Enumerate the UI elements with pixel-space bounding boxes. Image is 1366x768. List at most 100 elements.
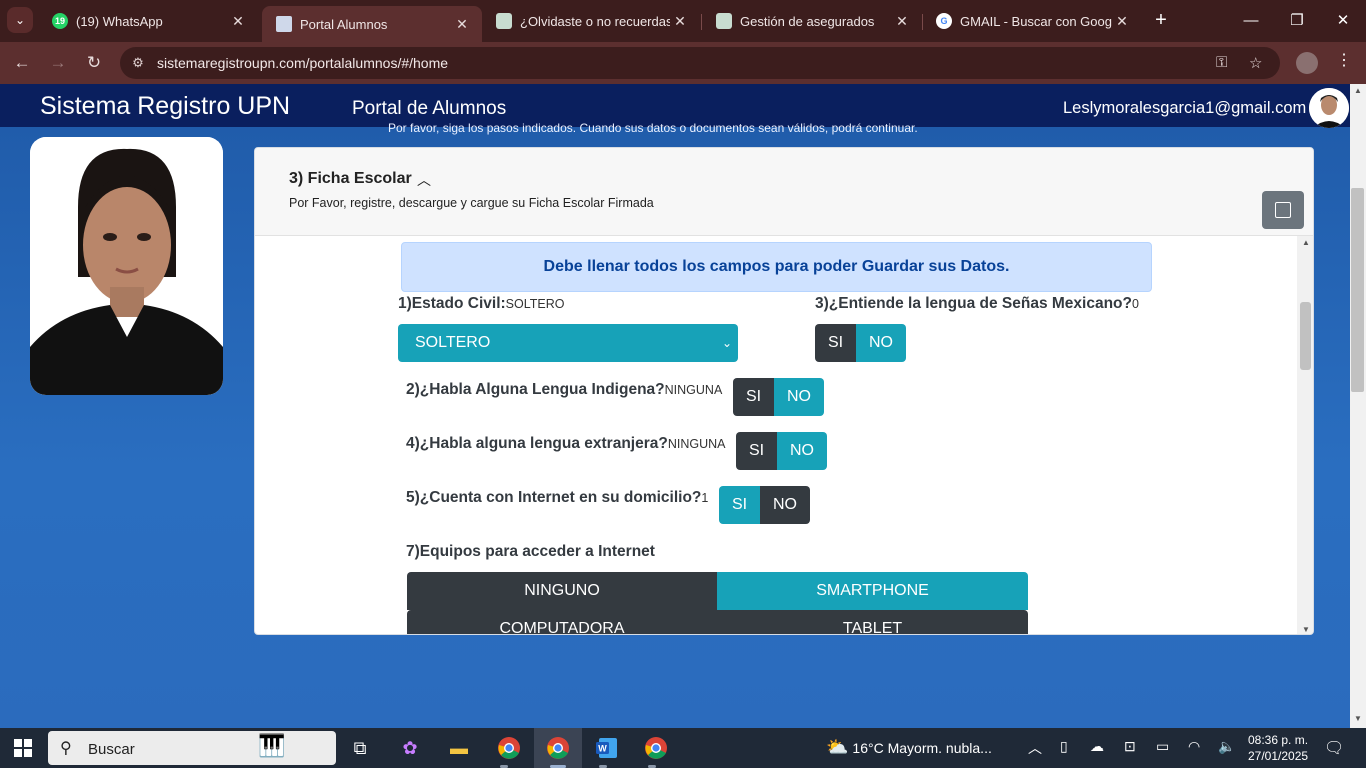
chevron-up-icon[interactable]: ︿ <box>1028 738 1042 758</box>
user-avatar[interactable] <box>1309 88 1349 128</box>
scroll-up-icon[interactable]: ▲ <box>1302 238 1310 247</box>
minimize-icon[interactable]: — <box>1228 0 1274 40</box>
tab-gmail-google[interactable]: G GMAIL - Buscar con Google ✕ <box>922 6 1142 36</box>
onedrive-icon[interactable]: ☁ <box>1090 738 1104 755</box>
word-icon[interactable]: W <box>593 734 621 762</box>
notifications-icon[interactable]: 🗨 <box>1324 738 1344 758</box>
question-value: 0 <box>1131 297 1139 311</box>
forward-arrow-icon[interactable]: → <box>46 52 70 76</box>
page-icon <box>276 16 292 32</box>
site-brand[interactable]: Sistema Registro UPN <box>40 92 290 121</box>
indigena-no-button[interactable]: NO <box>774 378 824 416</box>
question-internet-domicilio: 5)¿Cuenta con Internet en su domicilio?1 <box>406 489 708 507</box>
imss-icon <box>716 13 732 29</box>
close-icon[interactable]: ✕ <box>892 13 912 30</box>
estado-civil-select[interactable]: SOLTERO ⌄ <box>398 324 738 362</box>
chevron-down-icon: ⌄ <box>721 336 732 350</box>
question-lengua-extranjera: 4)¿Habla alguna lengua extranjera?NINGUN… <box>406 435 726 453</box>
equipo-tablet-button[interactable]: TABLET <box>717 610 1028 634</box>
scroll-up-icon[interactable]: ▲ <box>1354 86 1362 95</box>
search-placeholder: Buscar <box>88 741 135 758</box>
battery-icon[interactable]: ▭ <box>1156 738 1169 755</box>
search-icon: ⚲ <box>60 740 72 757</box>
close-icon[interactable]: ✕ <box>1112 13 1132 30</box>
question-value: 1 <box>701 491 709 505</box>
tab-whatsapp[interactable]: 19 (19) WhatsApp ✕ <box>38 6 258 36</box>
key-icon[interactable]: ⚿ <box>1216 54 1227 71</box>
question-lengua-indigena: 2)¿Habla Alguna Lengua Indigena?NINGUNA <box>406 381 722 399</box>
restore-icon[interactable]: ❐ <box>1274 0 1320 40</box>
close-icon[interactable]: ✕ <box>228 13 248 30</box>
bookmark-star-icon[interactable]: ☆ <box>1249 54 1262 72</box>
equipo-smartphone-button[interactable]: SMARTPHONE <box>717 572 1028 610</box>
copilot-icon[interactable]: ✿ <box>396 734 424 762</box>
question-label: 1)Estado Civil: <box>398 295 506 312</box>
browser-tab-strip: ⌄ 19 (19) WhatsApp ✕ Portal Alumnos ✕ ¿O… <box>0 0 1366 42</box>
system-clock[interactable]: 08:36 p. m. 27/01/2025 <box>1248 732 1308 764</box>
file-explorer-icon[interactable]: ▬ <box>445 734 473 762</box>
tab-olvidaste[interactable]: ¿Olvidaste o no recuerdas tu ✕ <box>482 6 700 36</box>
url-text: sistemaregistroupn.com/portalalumnos/#/h… <box>157 55 449 71</box>
browser-toolbar: ← → ↻ ⚙ sistemaregistroupn.com/portalalu… <box>0 42 1366 84</box>
chrome-icon[interactable] <box>495 734 523 762</box>
checkbox-button[interactable] <box>1262 191 1304 229</box>
equipo-ninguno-button[interactable]: NINGUNO <box>407 572 717 610</box>
page-scroll-thumb[interactable] <box>1351 188 1364 392</box>
question-label: 4)¿Habla alguna lengua extranjera? <box>406 435 668 452</box>
question-lengua-senas: 3)¿Entiende la lengua de Señas Mexicano?… <box>815 295 1139 313</box>
question-value: NINGUNA <box>664 383 723 397</box>
question-equipos: 7)Equipos para acceder a Internet <box>406 543 655 560</box>
extranjera-si-button[interactable]: SI <box>736 432 777 470</box>
google-icon: G <box>936 13 952 29</box>
new-tab-button[interactable]: + <box>1150 8 1172 32</box>
whatsapp-icon: 19 <box>52 13 68 29</box>
tab-gestion-asegurados[interactable]: Gestión de asegurados ✕ <box>702 6 922 36</box>
weather-text: 16°C Mayorm. nubla... <box>852 740 992 756</box>
question-label: 5)¿Cuenta con Internet en su domicilio? <box>406 489 702 506</box>
scroll-down-icon[interactable]: ▼ <box>1354 714 1362 723</box>
tab-search-button[interactable]: ⌄ <box>7 7 33 33</box>
chrome-alt-icon[interactable] <box>642 734 670 762</box>
weather-widget[interactable]: ⛅ 16°C Mayorm. nubla... <box>826 737 992 758</box>
address-bar[interactable]: ⚙ sistemaregistroupn.com/portalalumnos/#… <box>120 47 1280 79</box>
clock-time: 08:36 p. m. <box>1248 733 1309 747</box>
back-arrow-icon[interactable]: ← <box>10 52 34 76</box>
page-viewport: Sistema Registro UPN Portal de Alumnos L… <box>0 84 1350 728</box>
scroll-thumb[interactable] <box>1300 302 1311 370</box>
scroll-down-icon[interactable]: ▼ <box>1302 625 1310 634</box>
senas-si-button[interactable]: SI <box>815 324 856 362</box>
ficha-escolar-card: 3) Ficha Escolar ︿ Por Favor, registre, … <box>254 147 1314 635</box>
wifi-icon[interactable]: ◠ <box>1188 738 1200 755</box>
task-view-icon[interactable]: ⧉ <box>346 734 374 762</box>
security-icon[interactable]: ⊡ <box>1124 738 1136 755</box>
card-title[interactable]: 3) Ficha Escolar <box>289 170 412 188</box>
user-email[interactable]: Leslymoralesgarcia1@gmail.com <box>1063 99 1306 118</box>
profile-avatar-icon[interactable] <box>1296 52 1318 74</box>
internet-si-button[interactable]: SI <box>719 486 760 524</box>
equipo-computadora-button[interactable]: COMPUTADORA <box>407 610 717 634</box>
close-window-icon[interactable]: ✕ <box>1320 0 1366 40</box>
tab-label: Gestión de asegurados <box>740 13 875 29</box>
windows-taskbar: ⚲ Buscar 🎹 ⧉ ✿ ▬ W ⛅ 16°C Mayorm. nubla..… <box>0 728 1366 768</box>
reload-icon[interactable]: ↻ <box>82 52 106 76</box>
svg-text:W: W <box>598 744 607 754</box>
close-icon[interactable]: ✕ <box>670 13 690 30</box>
close-icon[interactable]: ✕ <box>452 16 472 33</box>
internet-no-button[interactable]: NO <box>760 486 810 524</box>
chrome-profile-icon[interactable] <box>544 734 572 762</box>
site-settings-icon[interactable]: ⚙ <box>130 55 146 71</box>
card-scrollbar[interactable]: ▲ ▼ <box>1297 236 1313 634</box>
meet-icon[interactable]: ▯ <box>1060 738 1068 755</box>
tab-label: GMAIL - Buscar con Google <box>960 13 1112 29</box>
windows-start-icon[interactable] <box>14 739 32 757</box>
page-scrollbar[interactable] <box>1350 84 1366 728</box>
tab-portal-alumnos[interactable]: Portal Alumnos ✕ <box>262 6 482 42</box>
browser-menu-icon[interactable]: ⋮ <box>1336 50 1352 70</box>
taskbar-search[interactable]: ⚲ Buscar 🎹 <box>48 731 336 765</box>
chevron-up-icon[interactable]: ︿ <box>417 170 431 190</box>
senas-no-button[interactable]: NO <box>856 324 906 362</box>
extranjera-no-button[interactable]: NO <box>777 432 827 470</box>
indigena-si-button[interactable]: SI <box>733 378 774 416</box>
speaker-icon[interactable]: 🔈 <box>1218 738 1235 755</box>
card-header[interactable]: 3) Ficha Escolar ︿ Por Favor, registre, … <box>255 148 1313 236</box>
